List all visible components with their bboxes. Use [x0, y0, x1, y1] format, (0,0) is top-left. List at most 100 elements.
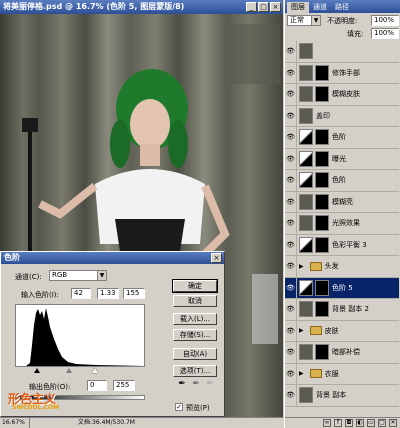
link-icon[interactable]: ∞	[323, 419, 331, 427]
eye-icon[interactable]: 👁	[285, 191, 297, 212]
status-bar: 16.67% 文档:36.4M/530.7M	[0, 417, 283, 428]
eye-icon[interactable]: 👁	[285, 213, 297, 234]
layer-mask-thumbnail[interactable]	[315, 86, 329, 103]
layer-row[interactable]: 👁 ▶ 头发	[285, 256, 399, 278]
layer-mask-thumbnail[interactable]	[315, 193, 329, 210]
minimize-button[interactable]: _	[246, 2, 257, 12]
eye-icon[interactable]: 👁	[285, 127, 297, 148]
trash-icon[interactable]: ✕	[389, 419, 397, 427]
layer-thumbnail	[299, 64, 313, 81]
layer-name: 背景 副本	[316, 391, 347, 400]
opacity-label: 不透明度:	[327, 17, 358, 25]
channel-select[interactable]: RGB ▼	[49, 270, 107, 281]
levels-title-bar[interactable]: 色阶	[1, 252, 224, 264]
expand-triangle-icon[interactable]: ▶	[299, 263, 304, 270]
input-white-slider[interactable]	[92, 368, 98, 373]
eye-icon[interactable]: 👁	[285, 148, 297, 169]
auto-button[interactable]: 自动(A)	[173, 348, 217, 360]
layer-row[interactable]: 👁 盖印	[285, 105, 399, 127]
input-gamma-field[interactable]: 1.33	[97, 288, 119, 299]
output-black-field[interactable]: 0	[87, 380, 107, 391]
layer-row[interactable]: 👁 背景 副本	[285, 385, 399, 407]
layer-row[interactable]: 👁 色阶 5	[285, 277, 399, 299]
white-eyedropper-icon[interactable]: ✒	[205, 378, 215, 390]
options-button[interactable]: 选项(T)...	[173, 365, 217, 377]
eye-icon[interactable]: 👁	[285, 385, 297, 406]
layer-row[interactable]: 👁 ▶ 衣服	[285, 363, 399, 385]
eye-icon[interactable]: 👁	[285, 170, 297, 191]
ok-button[interactable]: 确定	[172, 279, 218, 293]
layer-row[interactable]: 👁 背景 副本 2	[285, 299, 399, 321]
preview-checkbox[interactable]: ✓	[175, 403, 183, 411]
adjustment-icon[interactable]: ◐	[356, 419, 364, 427]
eye-icon[interactable]: 👁	[285, 320, 297, 341]
new-layer-icon[interactable]: ▢	[378, 419, 386, 427]
gray-eyedropper-icon[interactable]: ✒	[191, 378, 201, 390]
zoom-level[interactable]: 16.67%	[0, 418, 30, 428]
eye-icon[interactable]: 👁	[285, 105, 297, 126]
layer-row[interactable]: 👁 修饰手部	[285, 62, 399, 84]
layer-row[interactable]: 👁 模糊亮	[285, 191, 399, 213]
maximize-button[interactable]: □	[258, 2, 269, 12]
eye-icon[interactable]: 👁	[285, 342, 297, 363]
expand-triangle-icon[interactable]: ▶	[299, 327, 304, 334]
input-white-field[interactable]: 155	[123, 288, 145, 299]
document-title-bar[interactable]: 将美丽停格.psd @ 16.7% (色阶 5, 图层蒙版/8)	[0, 0, 283, 14]
layer-mask-thumbnail[interactable]	[315, 64, 329, 81]
tab-layers[interactable]: 图层	[287, 2, 309, 13]
eye-icon[interactable]: 👁	[285, 277, 297, 298]
layer-thumbnail	[299, 193, 313, 210]
layer-mask-thumbnail[interactable]	[315, 172, 329, 189]
layer-mask-thumbnail[interactable]	[315, 129, 329, 146]
doc-size-info: 文档:36.4M/530.7M	[78, 419, 135, 426]
tab-channels[interactable]: 通道	[309, 2, 331, 13]
eye-icon[interactable]: 👁	[285, 363, 297, 384]
close-button[interactable]: ×	[270, 2, 281, 12]
black-eyedropper-icon[interactable]: ✒	[177, 378, 187, 390]
save-button[interactable]: 存储(S)...	[173, 329, 217, 341]
layer-name: 修饰手部	[332, 68, 360, 77]
layer-name: 模糊亮	[332, 197, 353, 206]
layer-row[interactable]: 👁 曝光	[285, 148, 399, 170]
eye-icon[interactable]: 👁	[285, 41, 297, 62]
input-gamma-slider[interactable]	[66, 368, 72, 373]
layer-row[interactable]: 👁 色阶	[285, 170, 399, 192]
layer-mask-thumbnail[interactable]	[315, 301, 329, 318]
input-black-slider[interactable]	[34, 368, 40, 373]
layer-row[interactable]: 👁 模糊皮肤	[285, 84, 399, 106]
fill-field[interactable]: 100%	[371, 28, 399, 39]
new-group-icon[interactable]: ▭	[367, 419, 375, 427]
eye-icon[interactable]: 👁	[285, 234, 297, 255]
folder-icon	[309, 369, 322, 379]
layer-mask-thumbnail[interactable]	[315, 236, 329, 253]
layer-row[interactable]: 👁 暗部补偿	[285, 342, 399, 364]
layer-row[interactable]: 👁 ▶ 皮肤	[285, 320, 399, 342]
levels-title: 色阶	[4, 253, 20, 262]
input-black-field[interactable]: 42	[71, 288, 91, 299]
add-mask-icon[interactable]: ◘	[345, 419, 353, 427]
eye-icon[interactable]: 👁	[285, 62, 297, 83]
layer-mask-thumbnail[interactable]	[315, 150, 329, 167]
input-levels-label: 输入色阶(I):	[21, 291, 59, 299]
eye-icon[interactable]: 👁	[285, 84, 297, 105]
layer-row[interactable]: 👁 色阶	[285, 127, 399, 149]
fx-icon[interactable]: f	[334, 419, 342, 427]
opacity-field[interactable]: 100%	[371, 15, 399, 26]
eye-icon[interactable]: 👁	[285, 299, 297, 320]
layer-mask-thumbnail[interactable]	[315, 215, 329, 232]
close-icon[interactable]: ×	[211, 253, 222, 263]
layer-mask-thumbnail[interactable]	[315, 279, 329, 296]
blend-mode-select[interactable]: 正常 ▼	[287, 15, 321, 26]
layer-row[interactable]: 👁	[285, 41, 399, 63]
cancel-button[interactable]: 取消	[173, 295, 217, 307]
layer-mask-thumbnail[interactable]	[315, 344, 329, 361]
expand-triangle-icon[interactable]: ▶	[299, 370, 304, 377]
layer-row[interactable]: 👁 色彩平衡 3	[285, 234, 399, 256]
eye-icon[interactable]: 👁	[285, 256, 297, 277]
load-button[interactable]: 载入(L)...	[173, 313, 217, 325]
panel-bottom-toolbar: ∞ f ◘ ◐ ▭ ▢ ✕	[285, 417, 400, 428]
tab-paths[interactable]: 路径	[331, 2, 353, 13]
output-white-field[interactable]: 255	[113, 380, 135, 391]
layer-thumbnail	[299, 344, 313, 361]
layer-row[interactable]: 👁 光照效果	[285, 213, 399, 235]
